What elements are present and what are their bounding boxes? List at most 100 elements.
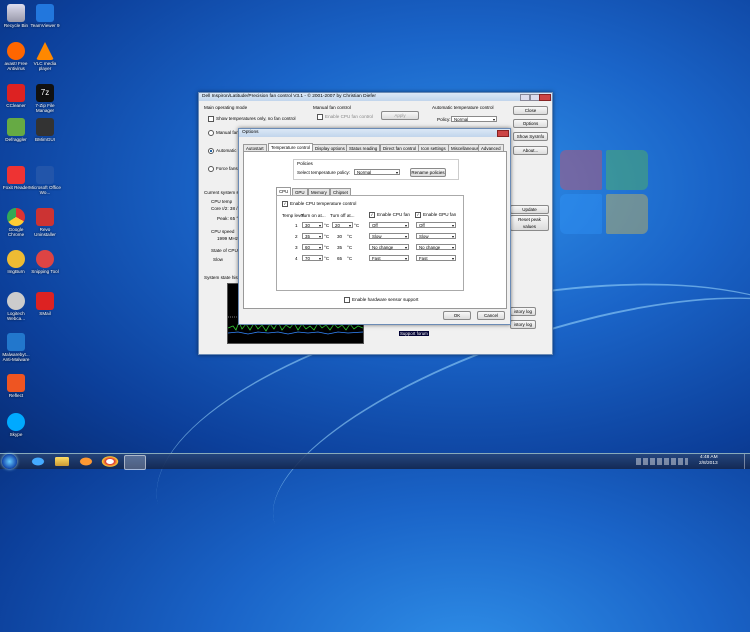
ccleaner-icon <box>7 84 25 102</box>
desktop-icon-recycle-bin[interactable]: Recycle Bin <box>0 4 32 28</box>
temp-level-3: 3 <box>295 245 298 250</box>
clock-date[interactable]: 2/8/2013 <box>699 461 718 466</box>
temperature-policy-select[interactable]: Normal <box>354 169 400 176</box>
enable-cpu-fan-control-checkbox[interactable] <box>317 114 323 120</box>
revo-icon <box>36 208 54 226</box>
minimize-button[interactable] <box>520 94 530 101</box>
automatic-mode-radio[interactable] <box>208 148 214 154</box>
support-forum-link[interactable]: Support forum <box>399 331 429 336</box>
show-temps-option[interactable]: Show temperatures only, no fan control <box>208 116 296 122</box>
enable-cpu-temp-control-option[interactable]: ✓ Enable CPU temperature control <box>282 201 356 207</box>
desktop-icon-ccleaner[interactable]: CCleaner <box>0 84 32 108</box>
cpu-fan-level-2[interactable]: Slow <box>369 233 409 240</box>
desktop-icon-word[interactable]: Microsoft Office Wo... <box>29 166 61 195</box>
turn-on-1[interactable]: 30 <box>302 222 323 229</box>
gpu-fan-level-1[interactable]: Off <box>416 222 456 229</box>
close-window-button[interactable] <box>539 94 551 101</box>
turn-on-2[interactable]: 35 <box>302 233 323 240</box>
reset-peak-values-button[interactable]: Reset peak values <box>510 215 549 231</box>
enable-cpu-temp-control-checkbox[interactable]: ✓ <box>282 201 288 207</box>
show-desktop-button[interactable] <box>744 454 750 469</box>
options-close-icon[interactable] <box>497 130 509 137</box>
enable-gpu-fan-checkbox[interactable]: ✓ <box>415 212 421 218</box>
desktop-icon-chrome[interactable]: Google Chrome <box>0 208 32 237</box>
enable-cpu-fan-option[interactable]: ✓ Enable CPU fan <box>369 212 410 218</box>
turn-on-unit-3: °C <box>324 245 330 250</box>
taskbar-chrome-icon[interactable] <box>100 455 120 468</box>
skype-icon <box>7 413 25 431</box>
enable-cpu-fan-control-option[interactable]: Enable CPU fan control <box>317 114 373 120</box>
desktop-icon-teamviewer[interactable]: TeamViewer 9 <box>29 4 61 28</box>
enable-cpu-fan-checkbox[interactable]: ✓ <box>369 212 375 218</box>
desktop-icon-skype[interactable]: Skype <box>0 413 32 437</box>
bmimgui-icon <box>36 118 54 136</box>
start-button[interactable] <box>2 454 17 469</box>
gpu-fan-level-3[interactable]: No change <box>416 244 456 251</box>
desktop-icon-bmimgui[interactable]: BMimGUI <box>29 118 61 142</box>
desktop-icon-logitech[interactable]: Logitech Webca... <box>0 292 32 321</box>
desktop-icon-avast[interactable]: avast! Free Antivirus <box>0 42 32 71</box>
windows-logo <box>560 150 650 240</box>
taskbar: 4:48 AM 2/8/2013 <box>0 453 750 470</box>
turn-off-4: 65 <box>337 256 343 261</box>
desktop-icon-vlc[interactable]: VLC media player <box>29 42 61 71</box>
options-titlebar[interactable]: Options <box>239 129 510 137</box>
clock-time[interactable]: 4:48 AM <box>700 455 718 460</box>
turn-on-unit-4: °C <box>324 256 330 261</box>
policies-label: Policies <box>297 161 313 166</box>
update-button[interactable]: Update <box>510 205 549 214</box>
cpu-fan-level-1[interactable]: Off <box>369 222 409 229</box>
apply-button[interactable]: Apply <box>381 111 419 120</box>
cpu-temp-label: CPU temp <box>211 199 233 204</box>
automatic-mode-option[interactable]: Automatic te <box>208 148 242 154</box>
gpu-fan-level-4[interactable]: Fast <box>416 255 456 262</box>
ok-button[interactable]: OK <box>443 311 471 320</box>
reflect-icon <box>7 374 25 392</box>
cpu-speed-label: CPU speed <box>211 229 235 234</box>
turn-off-1[interactable]: 20 <box>332 222 353 229</box>
show-temps-checkbox[interactable] <box>208 116 214 122</box>
desktop-icon-defraggler[interactable]: Defraggler <box>0 118 32 142</box>
manual-mode-radio[interactable] <box>208 130 214 136</box>
desktop-icon-smail[interactable]: SMail <box>29 292 61 316</box>
taskbar-explorer-icon[interactable] <box>55 456 69 467</box>
rename-policies-button[interactable]: Rename policies <box>410 168 446 177</box>
taskbar-media-player-icon[interactable] <box>76 455 96 468</box>
current-state-label: Current system sta <box>204 190 243 195</box>
window-titlebar[interactable]: Dell Inspiron/Latitude/Precision fan con… <box>199 93 552 101</box>
force-fans-option[interactable]: Force fans t <box>208 166 240 172</box>
enable-hw-sensor-option[interactable]: Enable hardware sensor support <box>344 297 418 303</box>
turn-on-4[interactable]: 70 <box>302 255 323 262</box>
history-log-button-2[interactable]: istory log <box>510 320 536 329</box>
history-log-button-1[interactable]: istory log <box>510 307 536 316</box>
desktop-icon-malwarebytes[interactable]: Malwarebyt... Anti-Malware <box>0 333 32 362</box>
avast-icon <box>7 42 25 60</box>
cpu-temp-value: Core I/2: 38 / 3 <box>211 206 242 211</box>
enable-hw-sensor-checkbox[interactable] <box>344 297 350 303</box>
turn-on-3[interactable]: 60 <box>302 244 323 251</box>
desktop-icon-reflect[interactable]: Reflect <box>0 374 32 398</box>
tray-icons[interactable] <box>636 458 688 465</box>
enable-gpu-fan-option[interactable]: ✓ Enable GPU fan <box>415 212 456 218</box>
desktop-icon-revo[interactable]: Revo Uninstaller <box>29 208 61 237</box>
gpu-fan-level-2[interactable]: Slow <box>416 233 456 240</box>
malwarebytes-icon <box>7 333 25 351</box>
desktop-icon-foxit[interactable]: Foxit Reader <box>0 166 32 190</box>
policy-select[interactable]: Normal <box>451 116 497 123</box>
cpu-fan-level-3[interactable]: No change <box>369 244 409 251</box>
desktop-icon-imgburn[interactable]: ImgBurn <box>0 250 32 274</box>
about-button[interactable]: About... <box>513 146 548 155</box>
close-button[interactable]: Close <box>513 106 548 115</box>
taskbar-ie-icon[interactable] <box>28 455 48 468</box>
desktop-icon-7zip[interactable]: 7z 7-Zip File Manager <box>29 84 61 113</box>
cancel-button[interactable]: Cancel <box>477 311 505 320</box>
desktop-icon-snipping[interactable]: Snipping Tool <box>29 250 61 274</box>
options-button[interactable]: Options <box>513 119 548 128</box>
turn-off-unit-2: °C <box>347 234 353 239</box>
force-fans-radio[interactable] <box>208 166 214 172</box>
show-sysinfo-button[interactable]: Show SysInfo <box>513 132 548 141</box>
taskbar-fan-control-icon[interactable] <box>124 455 146 470</box>
select-policy-label: Select temperature policy: <box>297 170 351 175</box>
cpu-fan-level-4[interactable]: Fast <box>369 255 409 262</box>
turn-on-unit-1: °C <box>324 223 330 228</box>
